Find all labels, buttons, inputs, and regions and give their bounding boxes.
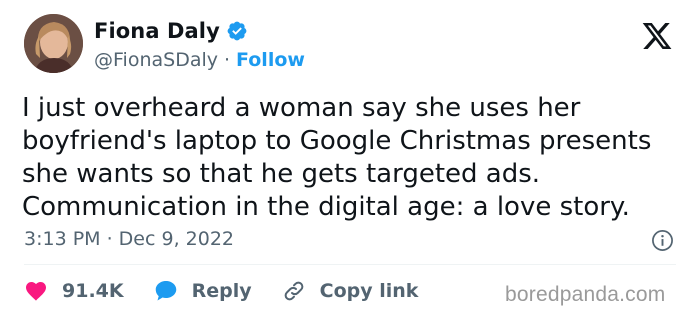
tweet-actions: 91.4K Reply Copy link	[24, 277, 418, 305]
reply-label: Reply	[191, 280, 252, 302]
follow-button[interactable]: Follow	[236, 49, 305, 71]
reply-bubble-icon	[155, 281, 176, 301]
author-display-name[interactable]: Fiona Daly	[94, 19, 220, 43]
x-logo-icon[interactable]	[640, 20, 674, 52]
divider	[24, 264, 676, 265]
like-count: 91.4K	[62, 280, 124, 302]
avatar-portrait-icon	[24, 14, 83, 73]
verified-badge-icon	[226, 20, 248, 42]
copy-link-button[interactable]: Copy link	[282, 279, 419, 303]
avatar[interactable]	[24, 14, 83, 73]
author-handle[interactable]: @FionaSDaly	[94, 49, 218, 71]
author-handle-row: @FionaSDaly · Follow	[94, 48, 305, 72]
link-icon	[284, 281, 303, 301]
tweet-card: Fiona Daly @FionaSDaly · Follow I just o…	[0, 0, 700, 318]
heart-icon	[26, 282, 46, 301]
watermark: boredpanda.com	[505, 283, 666, 306]
separator-dot: ·	[224, 49, 231, 71]
reply-button[interactable]: Reply	[154, 279, 252, 303]
author-name-row: Fiona Daly	[94, 17, 248, 45]
like-button[interactable]: 91.4K	[24, 279, 124, 303]
info-icon[interactable]	[651, 229, 674, 252]
tweet-timestamp[interactable]: 3:13 PM · Dec 9, 2022	[24, 227, 234, 251]
copy-link-label: Copy link	[319, 280, 419, 302]
tweet-text: I just overheard a woman say she uses he…	[22, 93, 652, 222]
